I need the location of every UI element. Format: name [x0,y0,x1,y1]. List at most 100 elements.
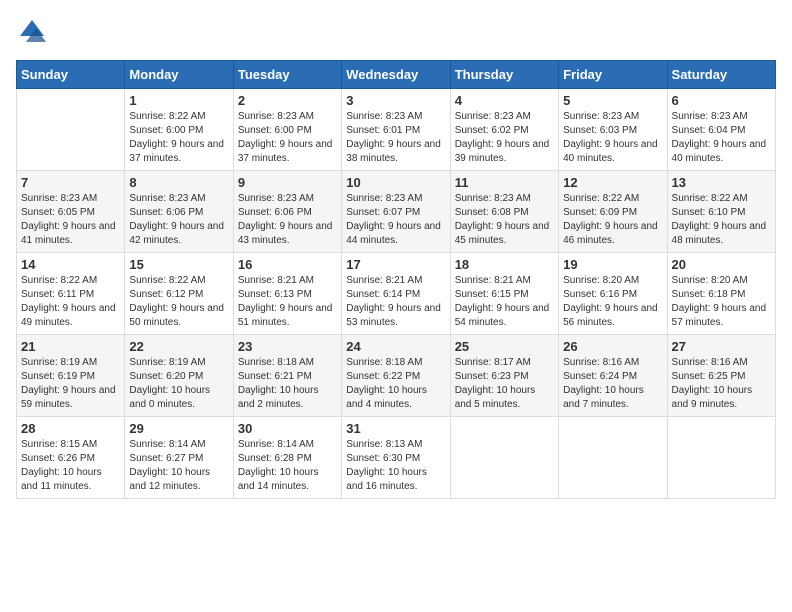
calendar-week-row: 14 Sunrise: 8:22 AM Sunset: 6:11 PM Dayli… [17,253,776,335]
calendar-cell: 29 Sunrise: 8:14 AM Sunset: 6:27 PM Dayli… [125,417,233,499]
day-number: 15 [129,257,228,272]
logo [16,16,52,48]
calendar-cell: 14 Sunrise: 8:22 AM Sunset: 6:11 PM Dayli… [17,253,125,335]
day-info: Sunrise: 8:22 AM Sunset: 6:12 PM Dayligh… [129,274,228,330]
day-info: Sunrise: 8:16 AM Sunset: 6:24 PM Dayligh… [563,356,662,412]
day-info: Sunrise: 8:18 AM Sunset: 6:21 PM Dayligh… [238,356,337,412]
day-number: 5 [563,93,662,108]
day-info: Sunrise: 8:22 AM Sunset: 6:09 PM Dayligh… [563,192,662,248]
day-info: Sunrise: 8:19 AM Sunset: 6:20 PM Dayligh… [129,356,228,412]
day-info: Sunrise: 8:20 AM Sunset: 6:16 PM Dayligh… [563,274,662,330]
day-number: 29 [129,421,228,436]
day-number: 19 [563,257,662,272]
calendar-week-row: 1 Sunrise: 8:22 AM Sunset: 6:00 PM Daylig… [17,89,776,171]
day-number: 16 [238,257,337,272]
calendar-cell: 22 Sunrise: 8:19 AM Sunset: 6:20 PM Dayli… [125,335,233,417]
day-number: 6 [672,93,771,108]
day-number: 27 [672,339,771,354]
header-day: Saturday [667,61,775,89]
calendar-cell: 30Sunrise: 8:14 AM Sunset: 6:28 PM Dayli… [233,417,341,499]
day-number: 9 [238,175,337,190]
day-number: 11 [455,175,554,190]
day-info: Sunrise: 8:23 AM Sunset: 6:01 PM Dayligh… [346,110,445,166]
day-number: 25 [455,339,554,354]
calendar-cell: 31 Sunrise: 8:13 AM Sunset: 6:30 PM Dayli… [342,417,450,499]
day-info: Sunrise: 8:21 AM Sunset: 6:15 PM Dayligh… [455,274,554,330]
calendar-table: SundayMondayTuesdayWednesdayThursdayFrid… [16,60,776,499]
header-day: Wednesday [342,61,450,89]
day-info: Sunrise: 8:22 AM Sunset: 6:11 PM Dayligh… [21,274,120,330]
calendar-cell: 28Sunrise: 8:15 AM Sunset: 6:26 PM Dayli… [17,417,125,499]
calendar-cell: 11 Sunrise: 8:23 AM Sunset: 6:08 PM Dayli… [450,171,558,253]
header-day: Tuesday [233,61,341,89]
day-number: 14 [21,257,120,272]
calendar-cell: 6Sunrise: 8:23 AM Sunset: 6:04 PM Daylig… [667,89,775,171]
day-info: Sunrise: 8:22 AM Sunset: 6:00 PM Dayligh… [129,110,228,166]
day-info: Sunrise: 8:18 AM Sunset: 6:22 PM Dayligh… [346,356,445,412]
header-day: Thursday [450,61,558,89]
day-info: Sunrise: 8:20 AM Sunset: 6:18 PM Dayligh… [672,274,771,330]
day-number: 18 [455,257,554,272]
calendar-cell: 21 Sunrise: 8:19 AM Sunset: 6:19 PM Dayli… [17,335,125,417]
day-info: Sunrise: 8:16 AM Sunset: 6:25 PM Dayligh… [672,356,771,412]
day-number: 1 [129,93,228,108]
calendar-cell: 15 Sunrise: 8:22 AM Sunset: 6:12 PM Dayli… [125,253,233,335]
header-row: SundayMondayTuesdayWednesdayThursdayFrid… [17,61,776,89]
day-number: 12 [563,175,662,190]
day-number: 26 [563,339,662,354]
calendar-cell: 10 Sunrise: 8:23 AM Sunset: 6:07 PM Dayli… [342,171,450,253]
calendar-cell: 18 Sunrise: 8:21 AM Sunset: 6:15 PM Dayli… [450,253,558,335]
day-number: 20 [672,257,771,272]
calendar-cell: 5 Sunrise: 8:23 AM Sunset: 6:03 PM Daylig… [559,89,667,171]
calendar-cell: 4 Sunrise: 8:23 AM Sunset: 6:02 PM Daylig… [450,89,558,171]
calendar-cell: 8 Sunrise: 8:23 AM Sunset: 6:06 PM Daylig… [125,171,233,253]
day-number: 10 [346,175,445,190]
day-number: 7 [21,175,120,190]
calendar-cell [17,89,125,171]
calendar-cell: 23 Sunrise: 8:18 AM Sunset: 6:21 PM Dayli… [233,335,341,417]
day-info: Sunrise: 8:13 AM Sunset: 6:30 PM Dayligh… [346,438,445,494]
day-info: Sunrise: 8:21 AM Sunset: 6:13 PM Dayligh… [238,274,337,330]
calendar-cell: 16 Sunrise: 8:21 AM Sunset: 6:13 PM Dayli… [233,253,341,335]
calendar-cell: 9 Sunrise: 8:23 AM Sunset: 6:06 PM Daylig… [233,171,341,253]
day-info: Sunrise: 8:17 AM Sunset: 6:23 PM Dayligh… [455,356,554,412]
calendar-cell: 25 Sunrise: 8:17 AM Sunset: 6:23 PM Dayli… [450,335,558,417]
calendar-cell: 19 Sunrise: 8:20 AM Sunset: 6:16 PM Dayli… [559,253,667,335]
day-info: Sunrise: 8:23 AM Sunset: 6:02 PM Dayligh… [455,110,554,166]
day-info: Sunrise: 8:14 AM Sunset: 6:27 PM Dayligh… [129,438,228,494]
day-number: 3 [346,93,445,108]
calendar-cell [559,417,667,499]
calendar-cell: 20 Sunrise: 8:20 AM Sunset: 6:18 PM Dayli… [667,253,775,335]
header-day: Friday [559,61,667,89]
day-number: 31 [346,421,445,436]
day-number: 17 [346,257,445,272]
day-number: 23 [238,339,337,354]
header-day: Sunday [17,61,125,89]
day-info: Sunrise: 8:23 AM Sunset: 6:00 PM Dayligh… [238,110,337,166]
calendar-cell: 7 Sunrise: 8:23 AM Sunset: 6:05 PM Daylig… [17,171,125,253]
calendar-cell: 3 Sunrise: 8:23 AM Sunset: 6:01 PM Daylig… [342,89,450,171]
calendar-week-row: 7 Sunrise: 8:23 AM Sunset: 6:05 PM Daylig… [17,171,776,253]
day-number: 22 [129,339,228,354]
calendar-cell: 2 Sunrise: 8:23 AM Sunset: 6:00 PM Daylig… [233,89,341,171]
day-info: Sunrise: 8:21 AM Sunset: 6:14 PM Dayligh… [346,274,445,330]
day-info: Sunrise: 8:23 AM Sunset: 6:08 PM Dayligh… [455,192,554,248]
day-info: Sunrise: 8:23 AM Sunset: 6:07 PM Dayligh… [346,192,445,248]
calendar-cell [450,417,558,499]
day-number: 4 [455,93,554,108]
calendar-cell: 1 Sunrise: 8:22 AM Sunset: 6:00 PM Daylig… [125,89,233,171]
day-info: Sunrise: 8:23 AM Sunset: 6:06 PM Dayligh… [129,192,228,248]
day-info: Sunrise: 8:19 AM Sunset: 6:19 PM Dayligh… [21,356,120,412]
day-info: Sunrise: 8:23 AM Sunset: 6:06 PM Dayligh… [238,192,337,248]
calendar-cell: 27 Sunrise: 8:16 AM Sunset: 6:25 PM Dayli… [667,335,775,417]
day-number: 8 [129,175,228,190]
day-number: 2 [238,93,337,108]
day-info: Sunrise: 8:23 AM Sunset: 6:03 PM Dayligh… [563,110,662,166]
calendar-week-row: 21 Sunrise: 8:19 AM Sunset: 6:19 PM Dayli… [17,335,776,417]
day-number: 24 [346,339,445,354]
calendar-week-row: 28Sunrise: 8:15 AM Sunset: 6:26 PM Dayli… [17,417,776,499]
calendar-cell: 12 Sunrise: 8:22 AM Sunset: 6:09 PM Dayli… [559,171,667,253]
day-number: 28 [21,421,120,436]
day-number: 21 [21,339,120,354]
day-info: Sunrise: 8:23 AM Sunset: 6:05 PM Dayligh… [21,192,120,248]
